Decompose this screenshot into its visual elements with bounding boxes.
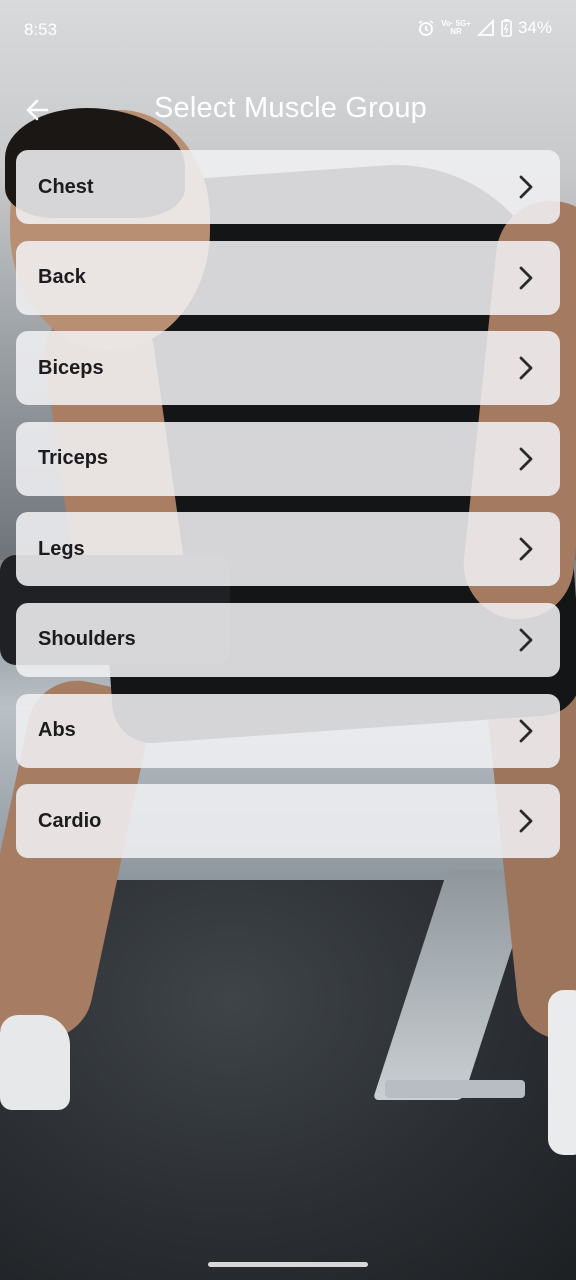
- muscle-group-item-cardio[interactable]: Cardio: [16, 784, 560, 859]
- muscle-group-item-legs[interactable]: Legs: [16, 512, 560, 587]
- alarm-icon: [417, 19, 435, 37]
- chevron-right-icon: [514, 175, 538, 199]
- chevron-right-icon: [514, 537, 538, 561]
- page-title: Select Muscle Group: [154, 92, 427, 124]
- muscle-group-item-chest[interactable]: Chest: [16, 150, 560, 224]
- signal-icon: [476, 19, 495, 37]
- muscle-group-item-abs[interactable]: Abs: [16, 693, 560, 768]
- chevron-right-icon: [514, 356, 538, 380]
- battery-percent: 34%: [517, 18, 552, 37]
- battery-icon: [501, 19, 512, 37]
- home-indicator[interactable]: [208, 1262, 368, 1267]
- arrow-left-icon: [26, 99, 49, 121]
- muscle-group-label: Back: [38, 266, 86, 289]
- muscle-group-item-shoulders[interactable]: Shoulders: [16, 602, 560, 677]
- muscle-group-label: Legs: [38, 537, 85, 560]
- chevron-right-icon: [514, 266, 538, 290]
- muscle-group-list: Chest Back Biceps Triceps Legs Shoulders…: [16, 150, 560, 875]
- chevron-right-icon: [514, 719, 538, 743]
- status-icons: Vo· 5G+ NR 34%: [417, 18, 552, 38]
- status-time: 8:53: [24, 20, 58, 39]
- chevron-right-icon: [514, 447, 538, 471]
- network-type-indicator: Vo· 5G+ NR: [441, 20, 471, 36]
- app-header: Select Muscle Group: [0, 78, 576, 142]
- muscle-group-label: Biceps: [38, 356, 104, 379]
- chevron-right-icon: [514, 628, 538, 652]
- network-type-bottom: NR: [450, 27, 462, 36]
- muscle-group-label: Chest: [38, 175, 94, 198]
- chevron-right-icon: [514, 809, 538, 833]
- back-button[interactable]: [20, 92, 56, 128]
- muscle-group-item-biceps[interactable]: Biceps: [16, 331, 560, 406]
- muscle-group-label: Abs: [38, 719, 76, 742]
- muscle-group-label: Triceps: [38, 447, 109, 470]
- muscle-group-label: Shoulders: [38, 628, 136, 651]
- muscle-group-label: Cardio: [38, 809, 102, 832]
- status-bar: 8:53 Vo· 5G+ NR 34%: [0, 0, 576, 60]
- muscle-group-item-triceps[interactable]: Triceps: [16, 421, 560, 496]
- muscle-group-item-back[interactable]: Back: [16, 240, 560, 315]
